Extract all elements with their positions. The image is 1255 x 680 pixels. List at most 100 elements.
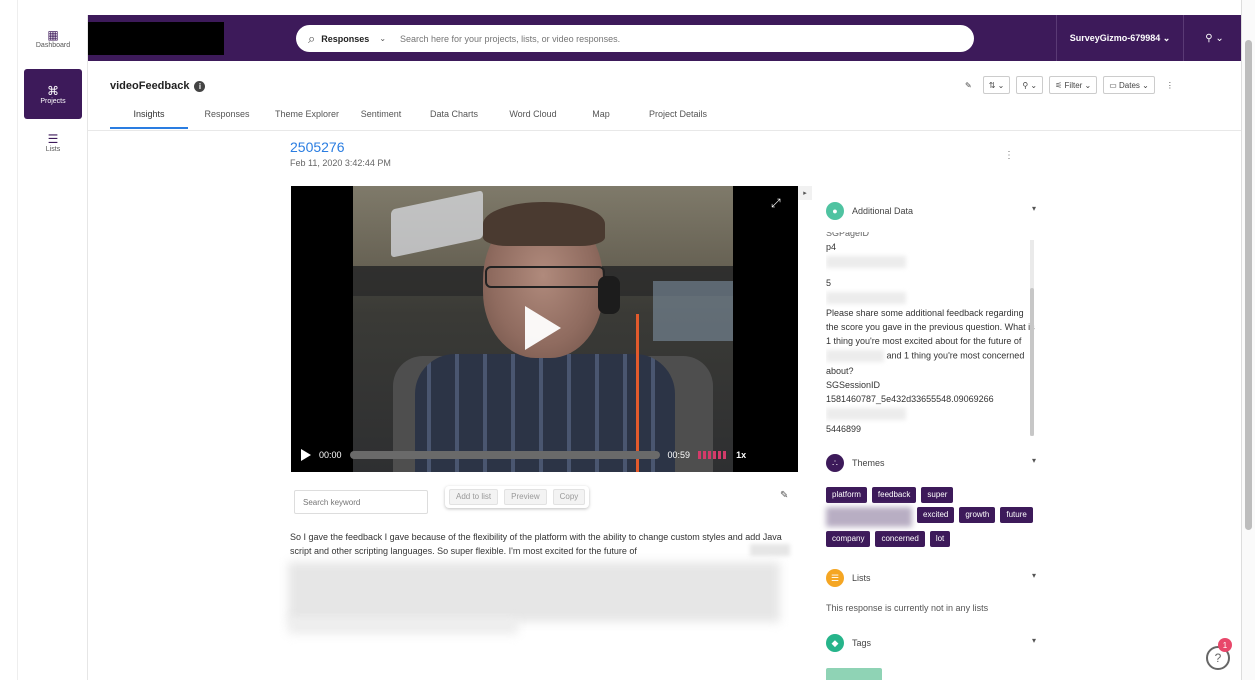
seek-bar[interactable] [349, 451, 660, 459]
section-title: Additional Data [852, 206, 914, 216]
sidebar-item-label: Dashboard [35, 41, 71, 49]
account-menu[interactable]: SurveyGizmo-679984 ⌄ [1056, 15, 1184, 61]
play-icon[interactable] [525, 306, 561, 350]
panel-scroll-thumb[interactable] [1030, 288, 1034, 436]
chevron-down-icon[interactable]: ▾ [1032, 204, 1036, 213]
sidebar-item-dashboard[interactable]: ▦ Dashboard [18, 15, 88, 61]
response-id-link[interactable]: 2505276 [290, 139, 345, 155]
lists-section: ☰ Lists ▾ [826, 563, 1036, 593]
user-menu-icon[interactable]: ⚲ ⌄ [1188, 15, 1241, 61]
tag-chip[interactable] [826, 668, 882, 680]
search-scope-select[interactable]: Responses [321, 34, 369, 44]
tab-theme-explorer[interactable]: Theme Explorer [266, 103, 348, 129]
volume-slider[interactable] [698, 451, 729, 459]
additional-data-list: SGPageID p4 5 Please share some addition… [826, 232, 1036, 438]
field-value: p4 [826, 242, 837, 252]
keyword-search-input[interactable] [294, 490, 428, 514]
themes-header[interactable]: ∴ Themes ▾ [826, 448, 1036, 478]
theme-chip[interactable]: future [1000, 507, 1033, 523]
total-time: 00:59 [667, 450, 691, 460]
theme-chip[interactable]: growth [959, 507, 996, 523]
info-icon[interactable]: i [194, 80, 206, 92]
sidebar-item-lists[interactable]: ☰ Lists [18, 119, 88, 165]
response-more-icon[interactable]: ⋮ [1004, 150, 1014, 161]
global-search: ⌕ Responses ⌄ [296, 25, 974, 52]
sidebar-item-label: Projects [40, 97, 66, 105]
playback-speed-button[interactable]: 1x [736, 450, 746, 460]
page-scrollbar[interactable] [1241, 0, 1255, 680]
transcript-actions: Add to list Preview Copy [445, 486, 589, 508]
people-button[interactable]: ⚲ ⌄ [1016, 76, 1044, 94]
tag-icon: ◆ [826, 634, 844, 652]
search-icon: ⌕ [308, 30, 316, 46]
project-toolbar: ✎ ⇅ ⌄ ⚲ ⌄ ⚟ Filter ⌄ ▭ Dates ⌄ ⋮ [960, 76, 1179, 94]
theme-chip[interactable]: company [826, 531, 871, 547]
add-to-list-button[interactable]: Add to list [449, 489, 499, 505]
field-value: 5 [826, 278, 832, 288]
tag-icon[interactable]: ✎ [780, 490, 788, 501]
section-title: Lists [852, 573, 871, 583]
tab-responses[interactable]: Responses [188, 103, 266, 129]
panel-toggle-icon[interactable]: ▸ [798, 186, 812, 200]
additional-data-section: ● Additional Data ▾ [826, 196, 1036, 226]
lists-header[interactable]: ☰ Lists ▾ [826, 563, 1036, 593]
section-title: Themes [852, 458, 885, 468]
redacted-text [288, 562, 780, 622]
chevron-down-icon[interactable]: ▾ [1032, 456, 1036, 465]
expand-icon[interactable]: ⤢ [771, 196, 781, 211]
lists-empty-message: This response is currently not in any li… [826, 603, 989, 613]
app-frame: ▦ Dashboard ⌘ Projects ☰ Lists ⌕ Respons… [0, 0, 1255, 680]
tab-project-details[interactable]: Project Details [630, 103, 726, 129]
redacted-text [826, 408, 906, 420]
tab-data-charts[interactable]: Data Charts [414, 103, 494, 129]
theme-chip[interactable]: super [921, 487, 954, 503]
redacted-chip [826, 507, 912, 527]
tabs-divider [88, 130, 1241, 131]
tab-sentiment[interactable]: Sentiment [348, 103, 414, 129]
redacted-text [750, 544, 790, 556]
theme-chip[interactable]: feedback [871, 487, 917, 503]
field-label: SGPageID [826, 232, 870, 238]
more-options-icon[interactable]: ⋮ [1160, 76, 1179, 94]
theme-chip[interactable]: lot [929, 531, 951, 547]
search-input[interactable] [400, 33, 861, 44]
video-player[interactable]: ⤢ 00:00 00:59 1x [291, 186, 798, 472]
window-edge [0, 0, 18, 680]
theme-chip[interactable]: platform [826, 487, 867, 503]
field-value: 1581460787_5e432d33655548.09069266 [826, 394, 994, 404]
field-label: SGSessionID [826, 380, 881, 390]
section-title: Tags [852, 638, 872, 648]
redacted-text [288, 618, 518, 634]
theme-chip[interactable]: concerned [875, 531, 925, 547]
sidebar-item-projects[interactable]: ⌘ Projects [24, 69, 82, 119]
page-scroll-thumb[interactable] [1245, 40, 1252, 530]
field-value: 5446899 [826, 424, 862, 434]
tag-icon[interactable]: ✎ [960, 76, 977, 94]
chevron-down-icon[interactable]: ▾ [1032, 636, 1036, 645]
tab-insights[interactable]: Insights [110, 103, 188, 129]
response-date: Feb 11, 2020 3:42:44 PM [290, 158, 391, 168]
additional-data-header[interactable]: ● Additional Data ▾ [826, 196, 1036, 226]
tags-header[interactable]: ◆ Tags ▾ [826, 628, 1036, 658]
themes-section: ∴ Themes ▾ [826, 448, 1036, 478]
tags-section: ◆ Tags ▾ [826, 628, 1036, 658]
copy-button[interactable]: Copy [552, 489, 586, 505]
dates-button[interactable]: ▭ Dates ⌄ [1103, 76, 1155, 94]
tab-map[interactable]: Map [572, 103, 630, 129]
chevron-down-icon[interactable]: ▾ [1032, 571, 1036, 580]
sort-button[interactable]: ⇅ ⌄ [982, 76, 1011, 94]
project-name: videoFeedback [110, 80, 190, 92]
field-label: Please share some additional feedback re… [826, 308, 1035, 376]
list-icon: ☰ [826, 569, 844, 587]
tab-word-cloud[interactable]: Word Cloud [494, 103, 572, 129]
sidebar: ▦ Dashboard ⌘ Projects ☰ Lists [18, 15, 88, 680]
current-time: 00:00 [319, 450, 342, 460]
preview-button[interactable]: Preview [504, 489, 547, 505]
filter-button[interactable]: ⚟ Filter ⌄ [1049, 76, 1098, 94]
theme-chip[interactable]: excited [917, 507, 955, 523]
play-button[interactable] [301, 449, 311, 461]
transcript-text: So I gave the feedback I gave because of… [290, 532, 782, 556]
chevron-down-icon[interactable]: ⌄ [379, 34, 386, 43]
sidebar-item-label: Lists [45, 145, 61, 153]
themes-icon: ∴ [826, 454, 844, 472]
